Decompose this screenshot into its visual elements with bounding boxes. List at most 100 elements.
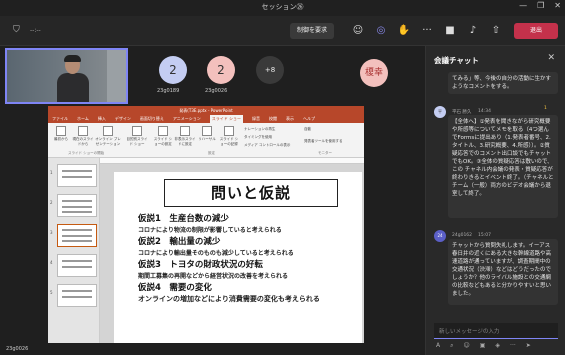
ribbon-group-label: スライド ショーの開始 bbox=[68, 151, 105, 155]
title-bar: セッション㉖ — ❐ ✕ bbox=[0, 0, 565, 16]
send-icon[interactable]: ➤ bbox=[526, 342, 531, 350]
window-controls: — ❐ ✕ bbox=[519, 1, 561, 10]
ribbon-button: スライド ショーの記録 bbox=[218, 126, 240, 147]
maximize-button[interactable]: ❐ bbox=[537, 1, 544, 10]
slide-thumbnail-selected bbox=[57, 224, 97, 247]
ppt-ribbon: 最初から 現在のスライドから オンライン プレゼンテーション 目的別スライド シ… bbox=[48, 123, 364, 158]
hypothesis-3-text: 期間工募集の再開などから経営状況の改善を考えられる bbox=[138, 273, 289, 280]
ppt-tab: ホーム bbox=[77, 116, 89, 121]
shared-screen: 発表(T3E.pptx - PowerPoint ファイル ホーム 挿入 デザイ… bbox=[0, 106, 425, 355]
message-time: 14:34 bbox=[478, 109, 491, 114]
chat-message-2: チャットから質問失礼します。イーアス春日井の近くにある大きな幹線道路や高速道路が… bbox=[448, 239, 558, 305]
chat-message-1: 【全体へ】①発表を聞きながら研究概要や所感等についてメモを取る（4つ選んでFor… bbox=[448, 115, 558, 218]
thumb-number: 5 bbox=[50, 290, 53, 295]
avatar: 24 bbox=[434, 230, 446, 242]
thumb-number: 1 bbox=[50, 170, 53, 175]
toolbar-icons: ☺ ◎ ✋ ··· ■ ♪ ⇧ bbox=[350, 24, 504, 38]
message-time: 15:07 bbox=[478, 233, 491, 238]
ppt-tab: 画面切り替え bbox=[139, 116, 164, 121]
ribbon-checkbox: タイミングを使用 bbox=[244, 135, 272, 139]
meeting-toolbar: ⛉ --:-- 制御を要求 ☺ ◎ ✋ ··· ■ ♪ ⇧ 退出 bbox=[0, 16, 565, 46]
teams-window: セッション㉖ — ❐ ✕ ⛉ --:-- 制御を要求 ☺ ◎ ✋ ··· ■ ♪… bbox=[0, 0, 565, 355]
ribbon-group-label: 設定 bbox=[208, 151, 215, 155]
ppt-tab: 校閲 bbox=[269, 116, 278, 121]
ppt-title: 発表(T3E.pptx - PowerPoint bbox=[48, 106, 364, 115]
avatar: 平 bbox=[434, 106, 446, 118]
hypothesis-1: 仮説1 生産台数の減少 bbox=[138, 214, 229, 224]
participant-video[interactable] bbox=[5, 48, 128, 104]
hypothesis-1-text: コロナにより物流の制限が影響していると考えられる bbox=[138, 227, 282, 234]
participant-tile-2[interactable]: 2 bbox=[207, 56, 235, 84]
more-options-icon[interactable]: ··· bbox=[510, 342, 516, 350]
participant-name-2: 23g0026 bbox=[205, 88, 228, 94]
reaction-like-icon[interactable]: 1 bbox=[544, 106, 547, 111]
ribbon-button: スライド ショーの設定 bbox=[152, 126, 174, 147]
chat-header: 会議チャット bbox=[434, 56, 479, 65]
ppt-tab: デザイン bbox=[114, 116, 131, 121]
window-title: セッション㉖ bbox=[261, 3, 304, 11]
participant-tile-1[interactable]: 2 bbox=[159, 56, 187, 84]
mic-icon[interactable]: ♪ bbox=[465, 24, 481, 38]
thumb-number: 4 bbox=[50, 260, 53, 265]
ppt-tab: 表示 bbox=[286, 116, 295, 121]
slide-canvas: 問いと仮説 仮説1 生産台数の減少 コロナにより物流の制限が影響していると考えら… bbox=[100, 164, 364, 343]
attach-icon[interactable]: ⌕ bbox=[450, 342, 453, 350]
participant-name-1: 23g0189 bbox=[157, 88, 180, 94]
ppt-editor: 1 2 3 4 5 問いと仮説 仮説1 生産台数の減少 コロナにより物流の制限が… bbox=[48, 158, 364, 343]
thumb-number: 3 bbox=[50, 230, 53, 235]
ribbon-button: 最初から bbox=[50, 126, 72, 142]
ribbon-button: オンライン プレゼンテーション bbox=[94, 126, 122, 147]
powerpoint-window: 発表(T3E.pptx - PowerPoint ファイル ホーム 挿入 デザイ… bbox=[48, 106, 364, 343]
people-icon[interactable]: ☺ bbox=[350, 24, 366, 38]
ppt-tab-active: スライド ショー bbox=[209, 115, 244, 123]
ppt-tab: 挿入 bbox=[97, 116, 106, 121]
format-icon[interactable]: A bbox=[436, 342, 440, 350]
slide-thumbnail bbox=[57, 284, 97, 307]
share-icon[interactable]: ⇧ bbox=[488, 24, 504, 38]
chat-icon[interactable]: ◎ bbox=[373, 24, 389, 38]
minimize-button[interactable]: — bbox=[519, 1, 527, 10]
sticker-icon[interactable]: ◈ bbox=[495, 342, 500, 350]
thumb-number: 2 bbox=[50, 200, 53, 205]
participant-avatar-named[interactable]: 榎幸 bbox=[360, 59, 388, 87]
shield-icon: ⛉ bbox=[13, 25, 20, 35]
slide-thumbnail bbox=[57, 164, 97, 187]
slide-thumbnail bbox=[57, 194, 97, 217]
slide: 問いと仮説 仮説1 生産台数の減少 コロナにより物流の制限が影響していると考えら… bbox=[114, 172, 362, 343]
chat-tools: A ⌕ ☺ ▣ ◈ ··· ➤ bbox=[436, 342, 531, 350]
ribbon-button: 非表示スライドに設定 bbox=[174, 126, 196, 147]
hypothesis-2: 仮説2 輸出量の減少 bbox=[138, 237, 221, 247]
leave-button[interactable]: 退出 bbox=[514, 23, 558, 39]
hypothesis-3: 仮説3 トヨタの財政状況の好転 bbox=[138, 260, 263, 270]
hypothesis-2-text: コロナにより輸出量そのものも減少していると考えられる bbox=[138, 250, 294, 257]
gif-icon[interactable]: ▣ bbox=[480, 342, 486, 350]
slide-thumbnails: 1 2 3 4 5 bbox=[48, 158, 100, 343]
ribbon-checkbox: ナレーションの再生 bbox=[244, 127, 276, 131]
ppt-tab: アニメーション bbox=[172, 116, 201, 121]
hypothesis-4: 仮説4 需要の変化 bbox=[138, 283, 212, 293]
ppt-ribbon-tabs: ファイル ホーム 挿入 デザイン 画面切り替え アニメーション スライド ショー… bbox=[48, 115, 364, 123]
reactions-icon[interactable]: ✋ bbox=[396, 24, 412, 38]
ribbon-button: 目的別スライド ショー bbox=[126, 126, 148, 147]
ribbon-monitor: 自動 bbox=[304, 127, 311, 131]
slide-thumbnail bbox=[57, 254, 97, 277]
more-participants-button[interactable]: +8 bbox=[256, 56, 284, 84]
chat-input[interactable]: 新しいメッセージの入力 bbox=[434, 323, 558, 339]
close-chat-icon[interactable]: ✕ bbox=[547, 53, 555, 63]
ppt-tab: 録音 bbox=[252, 116, 261, 121]
camera-icon[interactable]: ■ bbox=[442, 24, 458, 38]
emoji-icon[interactable]: ☺ bbox=[463, 342, 469, 350]
ribbon-group-label: モニター bbox=[318, 151, 332, 155]
ppt-tab: ファイル bbox=[52, 116, 68, 121]
hypothesis-4-text: オンラインの増加などにより消費需要の変化も考えられる bbox=[138, 295, 320, 303]
request-control-button[interactable]: 制御を要求 bbox=[290, 23, 334, 39]
chat-panel: 会議チャット ✕ てみる」等、今後の自分の活動に生かすようなコメントをする。 平… bbox=[425, 46, 565, 355]
meeting-timer: --:-- bbox=[30, 27, 41, 34]
ribbon-button: リハーサル bbox=[196, 126, 218, 142]
person-video bbox=[57, 55, 89, 102]
presenter-name: 23g0026 bbox=[6, 346, 29, 352]
close-window-button[interactable]: ✕ bbox=[554, 1, 561, 10]
ribbon-checkbox: メディア コントロールの表示 bbox=[244, 143, 291, 147]
more-icon[interactable]: ··· bbox=[419, 24, 435, 38]
ppt-tab: ヘルプ bbox=[303, 116, 316, 121]
